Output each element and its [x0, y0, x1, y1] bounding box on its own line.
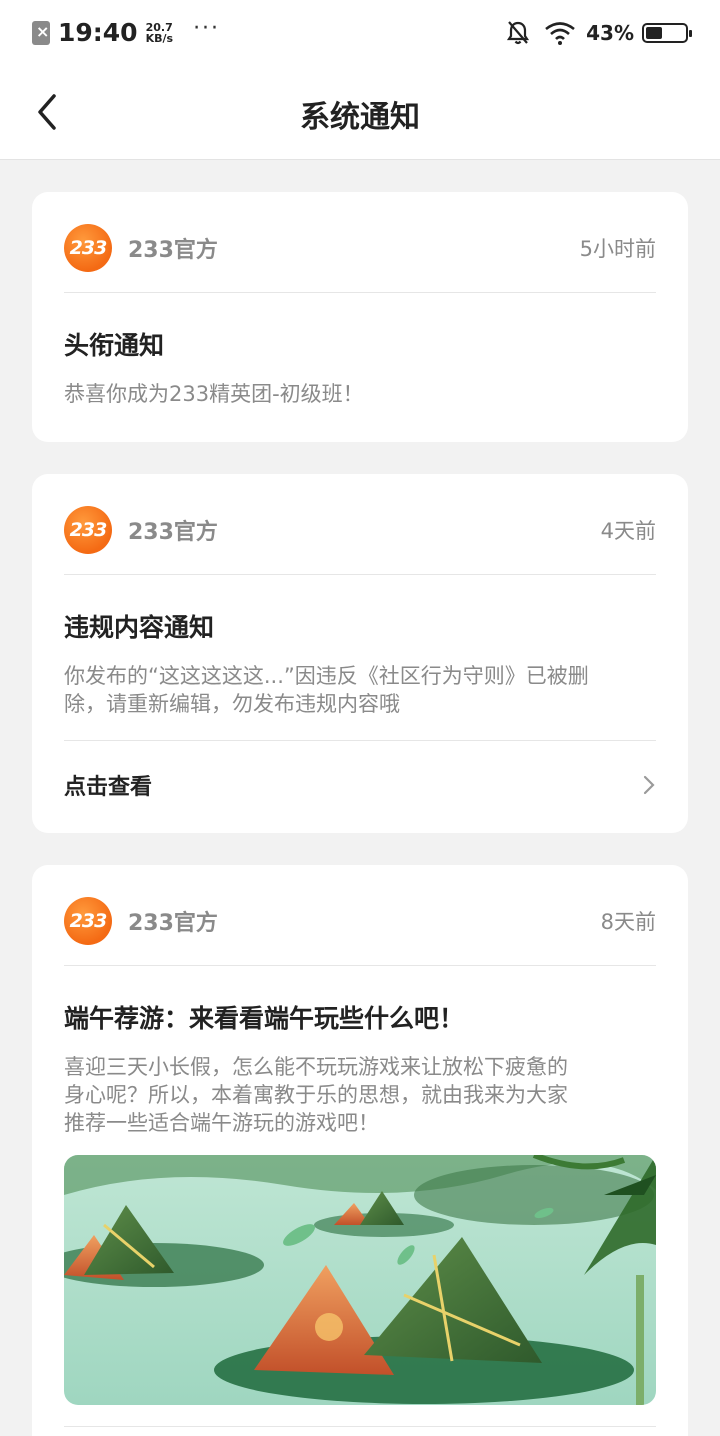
notification-title: 头衔通知: [64, 331, 165, 360]
body-line: 推荐一些适合端午游玩的游戏吧！: [64, 1111, 379, 1135]
net-speed-unit: KB/s: [145, 31, 174, 45]
status-bar: 19:40 20.7 KB/s ··· 43%: [0, 0, 720, 64]
view-details-link[interactable]: 点击查看: [64, 765, 656, 805]
status-time: 19:40: [58, 18, 138, 47]
battery-percent: 43%: [586, 21, 634, 45]
notification-time: 8天前: [600, 910, 656, 934]
body-line: 喜迎三天小长假，怎么能不玩玩游戏来让放松下疲惫的: [64, 1055, 568, 1079]
divider: [64, 292, 656, 293]
zongzi-banner-image[interactable]: [64, 1155, 656, 1405]
sender-avatar: 233: [64, 506, 112, 554]
notification-body: 你发布的“这这这这这...”因违反《社区行为守则》已被删 除，请重新编辑，勿发布…: [64, 662, 660, 718]
notification-card[interactable]: 233 233官方 4天前 违规内容通知 你发布的“这这这这这...”因违反《社…: [32, 474, 688, 833]
net-speed: 20.7 KB/s: [146, 22, 173, 44]
nav-header: 系统通知: [0, 64, 720, 160]
more-notifications-icon: ···: [193, 16, 221, 41]
card-header: 233 233官方 5小时前: [64, 224, 656, 272]
divider: [64, 965, 656, 966]
net-speed-value: 20.7: [145, 20, 173, 34]
divider: [64, 574, 656, 575]
wifi-icon: [545, 22, 575, 45]
card-header: 233 233官方 8天前: [64, 897, 656, 945]
view-details-label: 点击查看: [64, 775, 153, 800]
battery-level: [646, 27, 662, 39]
sender-name: 233官方: [128, 520, 218, 545]
notification-title: 违规内容通知: [64, 613, 215, 642]
page-title: 系统通知: [300, 100, 420, 135]
battery-icon: [642, 23, 692, 43]
sim-icon: [32, 20, 50, 45]
body-line: 你发布的“这这这这这...”因违反《社区行为守则》已被删: [64, 664, 589, 688]
sender-avatar: 233: [64, 897, 112, 945]
divider: [64, 1426, 656, 1427]
bell-off-icon: [507, 21, 530, 45]
notification-title: 端午荐游：来看看端午玩些什么吧！: [64, 1004, 465, 1033]
notification-body: 恭喜你成为233精英团-初级班！: [64, 382, 364, 406]
notification-time: 5小时前: [579, 237, 656, 261]
chevron-right-icon: [643, 775, 655, 795]
card-header: 233 233官方 4天前: [64, 506, 656, 554]
body-line: 身心呢？所以，本着寓教于乐的思想，就由我来为大家: [64, 1083, 568, 1107]
sender-name: 233官方: [128, 238, 218, 263]
sender-avatar: 233: [64, 224, 112, 272]
notification-card[interactable]: 233 233官方 5小时前 头衔通知 恭喜你成为233精英团-初级班！: [32, 192, 688, 442]
body-line: 除，请重新编辑，勿发布违规内容哦: [64, 692, 400, 716]
notification-time: 4天前: [600, 519, 656, 543]
notification-card[interactable]: 233 233官方 8天前 端午荐游：来看看端午玩些什么吧！ 喜迎三天小长假，怎…: [32, 865, 688, 1436]
sender-name: 233官方: [128, 911, 218, 936]
divider: [64, 740, 656, 741]
notification-body: 喜迎三天小长假，怎么能不玩玩游戏来让放松下疲惫的 身心呢？所以，本着寓教于乐的思…: [64, 1053, 660, 1137]
